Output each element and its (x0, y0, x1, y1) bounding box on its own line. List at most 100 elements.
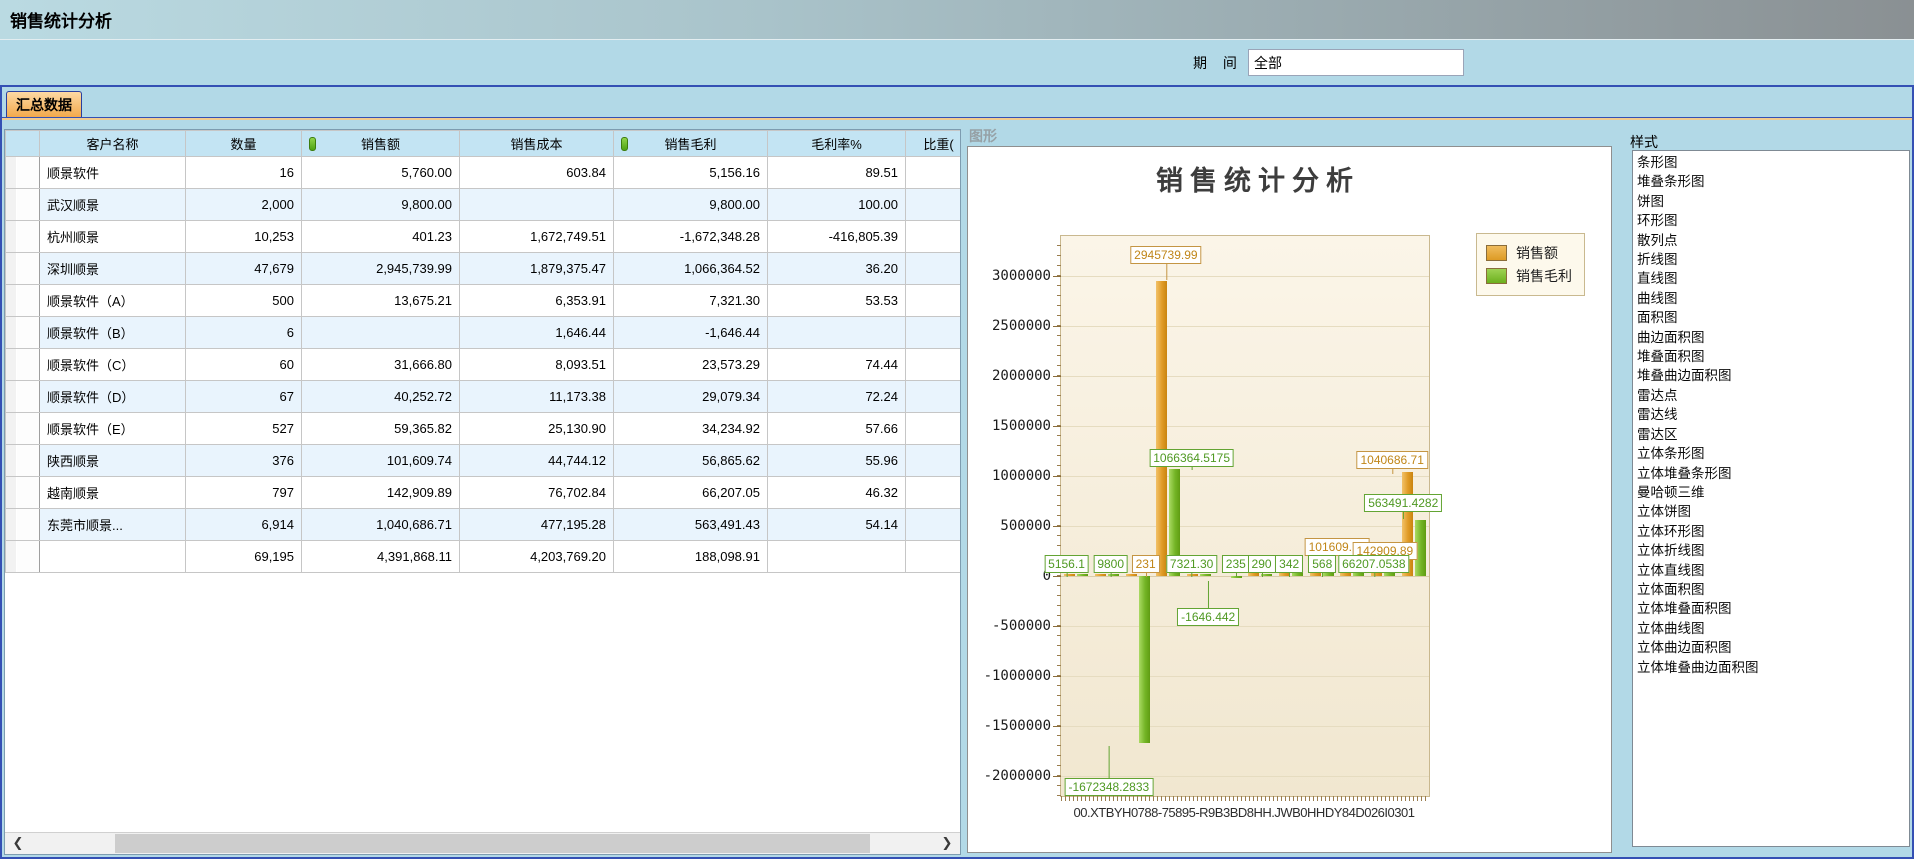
scroll-left-icon[interactable]: ❮ (7, 833, 29, 853)
scrollbar-thumb[interactable] (115, 834, 870, 853)
style-option[interactable]: 立体折线图 (1637, 541, 1909, 560)
column-header-3[interactable]: 销售成本 (460, 131, 614, 157)
table-row[interactable]: 顺景软件165,760.00603.845,156.1689.51 (6, 157, 962, 189)
style-option[interactable]: 曲边面积图 (1637, 328, 1909, 347)
style-option[interactable]: 雷达线 (1637, 405, 1909, 424)
column-header-4[interactable]: 销售毛利 (614, 131, 768, 157)
style-option[interactable]: 立体面积图 (1637, 580, 1909, 599)
data-label-connector (1192, 572, 1193, 577)
style-option[interactable]: 雷达区 (1637, 425, 1909, 444)
table-row[interactable]: 杭州顺景10,253401.231,672,749.51-1,672,348.2… (6, 221, 962, 253)
row-selector-cell[interactable] (6, 285, 40, 317)
value-cell: 5,760.00 (302, 157, 460, 189)
table-row[interactable]: 顺景软件（E）52759,365.8225,130.9034,234.9257.… (6, 413, 962, 445)
value-cell: 5,156.16 (614, 157, 768, 189)
style-option[interactable]: 雷达点 (1637, 386, 1909, 405)
y-axis-tick-label: 3000000 (969, 268, 1051, 284)
chart-style-listbox[interactable]: 条形图堆叠条形图饼图环形图散列点折线图直线图曲线图面积图曲边面积图堆叠面积图堆叠… (1632, 150, 1910, 847)
column-header-0[interactable]: 客户名称 (40, 131, 186, 157)
style-option[interactable]: 立体环形图 (1637, 522, 1909, 541)
value-cell: 11,173.38 (460, 381, 614, 413)
value-cell: 46.32 (768, 477, 906, 509)
y-axis-tick-label: -500000 (969, 618, 1051, 634)
data-label-connector (1236, 572, 1237, 577)
data-label-connector (1403, 511, 1404, 519)
row-selector-cell[interactable] (6, 157, 40, 189)
style-option[interactable]: 堆叠曲边面积图 (1637, 366, 1909, 385)
style-option[interactable]: 折线图 (1637, 250, 1909, 269)
row-selector-cell[interactable] (6, 509, 40, 541)
row-selector-cell[interactable] (6, 413, 40, 445)
customer-name-cell: 杭州顺景 (40, 221, 186, 253)
style-option[interactable]: 立体条形图 (1637, 444, 1909, 463)
scroll-right-icon[interactable]: ❯ (936, 833, 958, 853)
style-option[interactable]: 立体堆叠条形图 (1637, 464, 1909, 483)
table-row[interactable]: 顺景软件（A）50013,675.216,353.917,321.3053.53 (6, 285, 962, 317)
value-cell: 401.23 (302, 221, 460, 253)
value-cell: 6 (186, 317, 302, 349)
style-option[interactable]: 曲线图 (1637, 289, 1909, 308)
value-cell: 603.84 (460, 157, 614, 189)
row-selector-cell[interactable] (6, 541, 40, 573)
x-axis-label: 00.XTBYH0788-75895-R9B3BD8HH.JWB0HHDY84D… (1030, 805, 1458, 820)
column-header-6[interactable]: 比重( (906, 131, 962, 157)
table-row[interactable]: 顺景软件（B）61,646.44-1,646.44 (6, 317, 962, 349)
style-option[interactable]: 堆叠条形图 (1637, 172, 1909, 191)
column-header-label: 销售毛利 (664, 137, 716, 152)
value-cell: 36.20 (768, 253, 906, 285)
gridline (1061, 526, 1429, 527)
table-row[interactable]: 顺景软件（C）6031,666.808,093.5123,573.2974.44 (6, 349, 962, 381)
value-cell: 563,491.43 (614, 509, 768, 541)
row-selector-cell[interactable] (6, 221, 40, 253)
content-area: 客户名称数量销售额销售成本 销售毛利 毛利率%比重( 顺景软件165,760.006… (2, 118, 1912, 857)
style-option[interactable]: 面积图 (1637, 308, 1909, 327)
style-option[interactable]: 曼哈顿三维 (1637, 483, 1909, 502)
table-row[interactable]: 顺景软件（D）6740,252.7211,173.3829,079.3472.2… (6, 381, 962, 413)
row-selector-cell[interactable] (6, 477, 40, 509)
row-selector-cell[interactable] (6, 381, 40, 413)
y-axis-tick (1053, 526, 1061, 527)
style-option[interactable]: 立体饼图 (1637, 502, 1909, 521)
table-row[interactable]: 深圳顺景47,6792,945,739.991,879,375.471,066,… (6, 253, 962, 285)
data-label: -1646.442 (1177, 608, 1239, 626)
data-label-connector (1374, 572, 1375, 577)
y-axis-tick-label: 500000 (969, 518, 1051, 534)
period-input[interactable] (1248, 49, 1464, 76)
style-option[interactable]: 直线图 (1637, 269, 1909, 288)
row-selector-cell[interactable] (6, 349, 40, 381)
table-total-row[interactable]: 69,1954,391,868.114,203,769.20188,098.91 (6, 541, 962, 573)
bar-sales (1156, 281, 1167, 576)
row-selector-cell[interactable] (6, 445, 40, 477)
table-row[interactable]: 陕西顺景376101,609.7444,744.1256,865.6255.96 (6, 445, 962, 477)
style-option[interactable]: 立体曲线图 (1637, 619, 1909, 638)
row-selector-cell[interactable] (6, 189, 40, 221)
style-option[interactable]: 立体直线图 (1637, 561, 1909, 580)
y-axis-tick (1053, 726, 1061, 727)
bar-sales (1248, 573, 1259, 576)
column-header-2[interactable]: 销售额 (302, 131, 460, 157)
style-option[interactable]: 立体堆叠曲边面积图 (1637, 658, 1909, 677)
horizontal-scrollbar[interactable]: ❮ ❯ (5, 832, 960, 854)
style-option[interactable]: 立体曲边面积图 (1637, 638, 1909, 657)
tab-summary-data[interactable]: 汇总数据 (6, 91, 82, 117)
row-selector-header[interactable] (6, 131, 40, 157)
style-option[interactable]: 散列点 (1637, 231, 1909, 250)
data-label-connector (1322, 572, 1323, 577)
column-header-5[interactable]: 毛利率% (768, 131, 906, 157)
style-option[interactable]: 环形图 (1637, 211, 1909, 230)
table-row[interactable]: 东莞市顺景...6,9141,040,686.71477,195.28563,4… (6, 509, 962, 541)
row-selector-cell[interactable] (6, 317, 40, 349)
summary-table-panel: 客户名称数量销售额销售成本 销售毛利 毛利率%比重( 顺景软件165,760.006… (4, 129, 961, 855)
row-selector-cell[interactable] (6, 253, 40, 285)
style-option[interactable]: 饼图 (1637, 192, 1909, 211)
data-label-connector (1192, 466, 1193, 470)
style-option[interactable]: 堆叠面积图 (1637, 347, 1909, 366)
style-option[interactable]: 立体堆叠面积图 (1637, 599, 1909, 618)
y-axis-tick-label: -1000000 (969, 668, 1051, 684)
tab-strip: 汇总数据 (2, 87, 1912, 118)
table-row[interactable]: 越南顺景797142,909.8976,702.8466,207.0546.32 (6, 477, 962, 509)
table-row[interactable]: 武汉顺景2,0009,800.009,800.00100.00 (6, 189, 962, 221)
style-option[interactable]: 条形图 (1637, 153, 1909, 172)
value-cell (768, 317, 906, 349)
column-header-1[interactable]: 数量 (186, 131, 302, 157)
